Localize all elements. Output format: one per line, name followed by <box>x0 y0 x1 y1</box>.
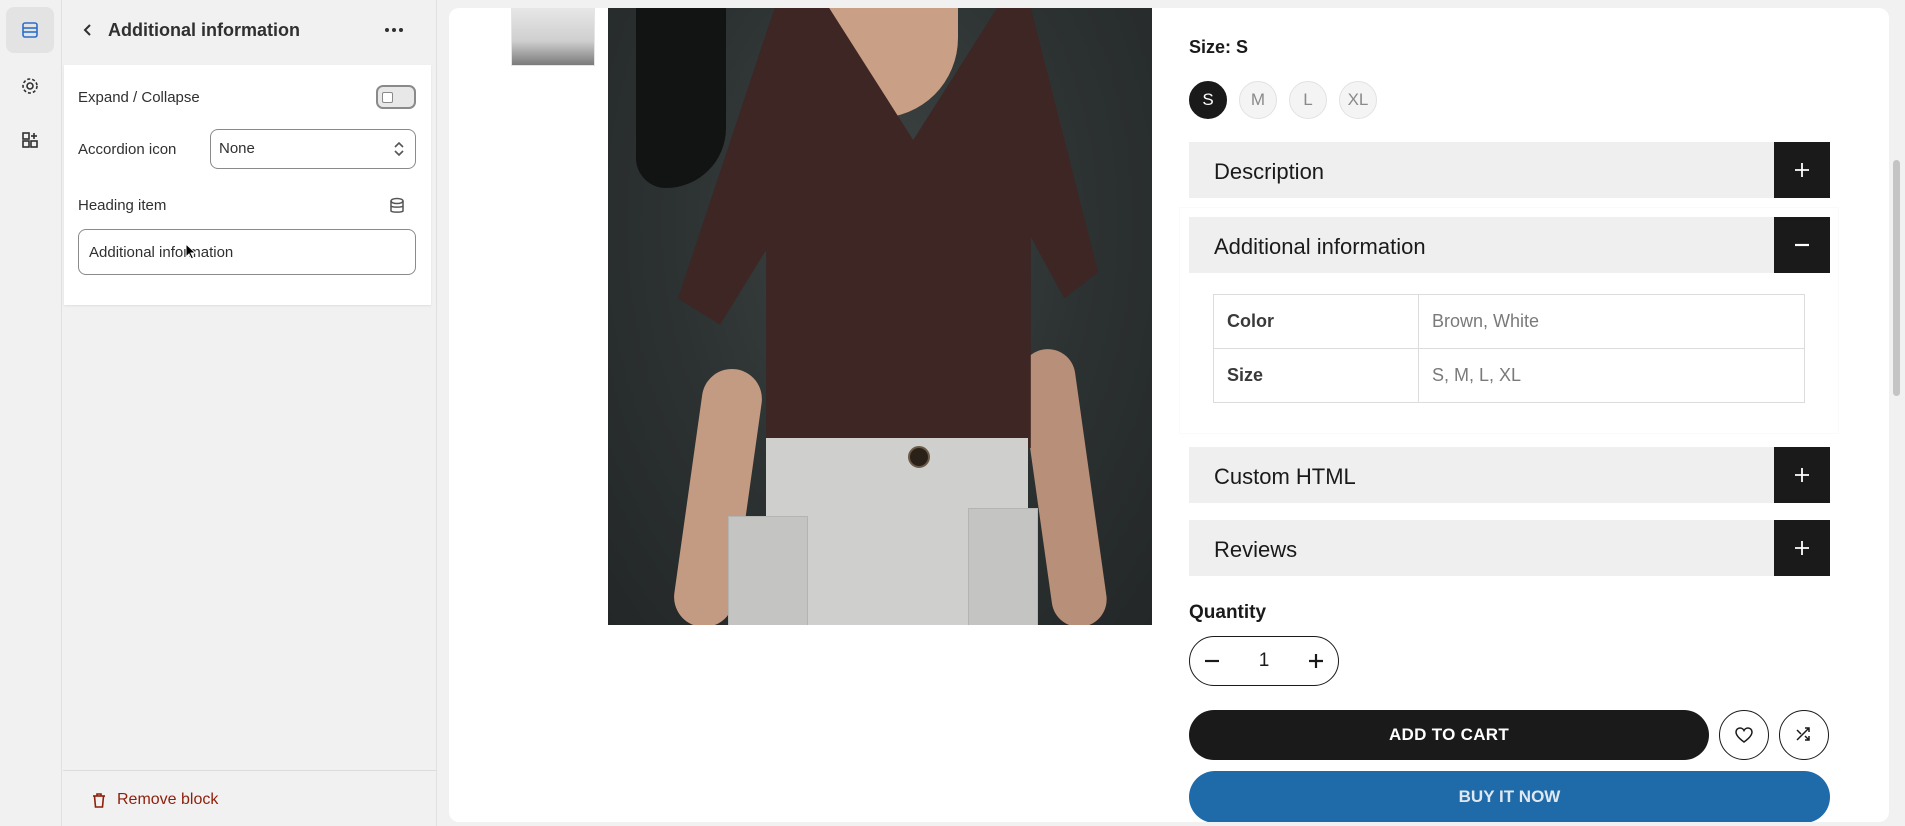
shuffle-icon <box>1796 727 1810 741</box>
store-preview: Size: S S M L XL Description Additional … <box>449 8 1889 822</box>
plus-icon[interactable] <box>1308 653 1324 669</box>
attribute-key: Color <box>1213 294 1419 349</box>
panel-footer: Remove block <box>63 770 437 826</box>
attribute-value: Brown, White <box>1418 294 1805 349</box>
buy-it-now-button[interactable]: BUY IT NOW <box>1189 771 1830 822</box>
minus-icon[interactable] <box>1204 653 1220 669</box>
size-option-m[interactable]: M <box>1239 81 1277 119</box>
toggle-knob <box>382 92 393 103</box>
attribute-key: Size <box>1213 348 1419 403</box>
accordion-title: Reviews <box>1214 537 1298 562</box>
table-row: Color Brown, White <box>1213 294 1805 349</box>
select-caret-icon <box>394 141 404 157</box>
minus-icon <box>1795 243 1809 247</box>
remove-block-button[interactable]: Remove block <box>91 791 218 809</box>
block-settings-panel: Additional information Expand / Collapse… <box>63 0 437 826</box>
dynamic-source-button[interactable] <box>387 195 407 217</box>
accordion-description[interactable]: Description <box>1189 142 1830 198</box>
quantity-label: Quantity <box>1189 602 1267 623</box>
add-to-cart-button[interactable]: ADD TO CART <box>1189 710 1709 760</box>
chevron-left-icon <box>83 24 91 36</box>
attributes-table: Color Brown, White Size S, M, L, XL <box>1213 294 1805 403</box>
database-icon <box>390 197 404 213</box>
size-option-s[interactable]: S <box>1189 81 1227 119</box>
apps-button[interactable] <box>6 117 54 163</box>
accordion-title: Custom HTML <box>1214 464 1356 489</box>
wishlist-button[interactable] <box>1719 710 1769 760</box>
image-pocket-left <box>728 516 808 625</box>
quantity-value[interactable]: 1 <box>1259 650 1270 672</box>
compare-button[interactable] <box>1779 710 1829 760</box>
accordion-expand-button[interactable] <box>1774 447 1830 503</box>
accordion-title: Additional information <box>1214 234 1426 259</box>
size-option-l[interactable]: L <box>1289 81 1327 119</box>
accordion-expand-button[interactable] <box>1774 520 1830 576</box>
gear-icon <box>22 78 38 94</box>
product-thumbnail[interactable] <box>511 8 595 66</box>
attribute-value: S, M, L, XL <box>1418 348 1805 403</box>
remove-block-label: Remove block <box>117 791 219 808</box>
plus-icon <box>1795 468 1809 482</box>
accordion-icon-value: None <box>219 140 255 157</box>
image-pocket-right <box>968 508 1038 625</box>
block-settings-card: Expand / Collapse Accordion icon None He… <box>64 65 431 305</box>
settings-button[interactable] <box>6 63 54 109</box>
accordion-icon-select[interactable]: None <box>210 129 416 169</box>
panel-title: Additional information <box>108 20 300 40</box>
more-actions-button[interactable] <box>378 15 410 45</box>
sections-icon <box>22 22 38 38</box>
accordion-collapse-button[interactable] <box>1774 217 1830 273</box>
mouse-cursor-icon <box>185 243 197 260</box>
plus-icon <box>1795 541 1809 555</box>
accordion-header[interactable]: Additional information <box>1189 217 1830 273</box>
sections-button[interactable] <box>6 7 54 53</box>
apps-icon <box>22 132 38 148</box>
table-row: Size S, M, L, XL <box>1213 348 1805 403</box>
back-button[interactable] <box>73 15 103 45</box>
accordion-title: Description <box>1214 159 1325 184</box>
image-button <box>908 446 930 468</box>
expand-collapse-label: Expand / Collapse <box>78 89 200 106</box>
heading-item-input[interactable]: Additional information <box>78 229 416 275</box>
accordion-reviews[interactable]: Reviews <box>1189 520 1830 576</box>
plus-icon <box>1795 163 1809 177</box>
product-image <box>608 8 1152 625</box>
expand-collapse-toggle[interactable] <box>376 85 416 109</box>
accordion-icon-label: Accordion icon <box>78 141 177 158</box>
accordion-custom-html[interactable]: Custom HTML <box>1189 447 1830 503</box>
preview-scrollbar[interactable] <box>1893 160 1900 396</box>
accordion-additional-information: Additional information Color Brown, Whit… <box>1180 208 1838 433</box>
heading-item-label: Heading item <box>78 197 167 214</box>
more-horizontal-icon <box>385 28 403 32</box>
trash-icon <box>93 792 105 808</box>
left-rail <box>0 0 62 826</box>
image-hair <box>636 8 726 188</box>
heart-icon <box>1735 727 1753 743</box>
panel-header: Additional information <box>63 0 437 62</box>
quantity-stepper: 1 <box>1189 636 1339 686</box>
size-label: Size: S <box>1189 37 1249 57</box>
size-option-xl[interactable]: XL <box>1339 81 1377 119</box>
accordion-expand-button[interactable] <box>1774 142 1830 198</box>
